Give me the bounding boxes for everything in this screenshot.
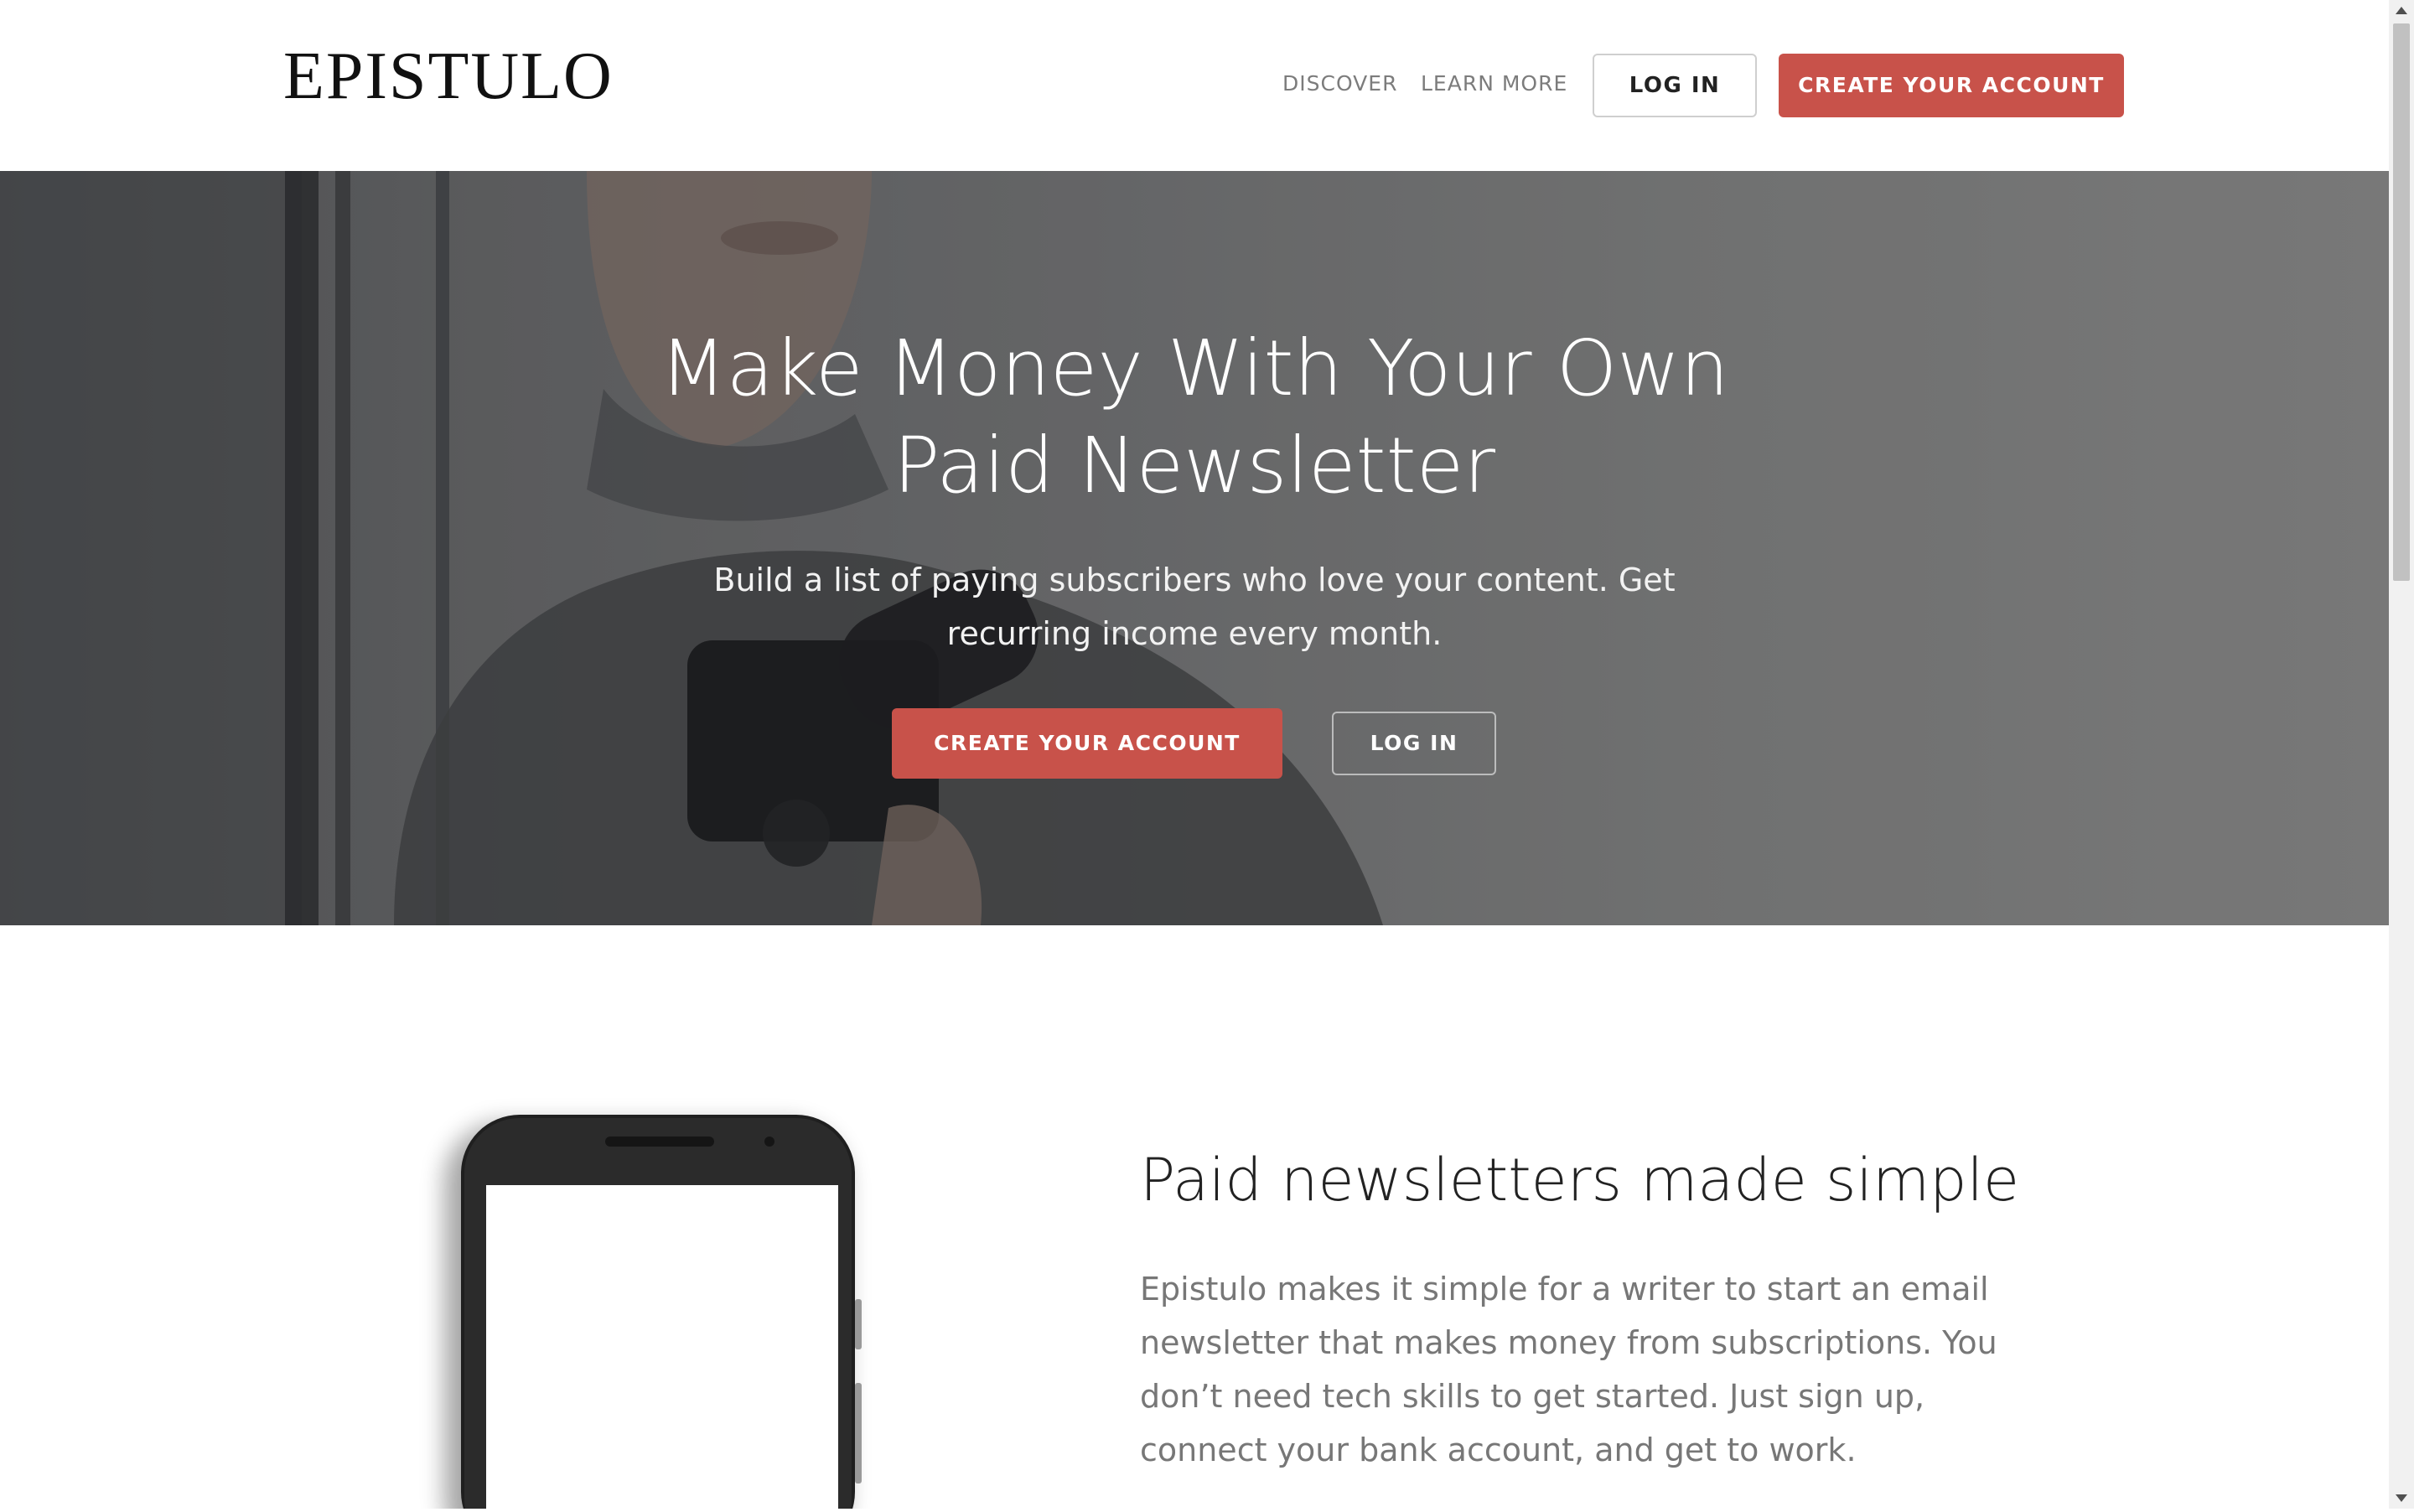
nav-learn-more-link[interactable]: LEARN MORE xyxy=(1421,67,1567,101)
site-header: EPISTULO DISCOVER LEARN MORE LOG IN CREA… xyxy=(0,0,2389,171)
hero-subtitle: Build a list of paying subscribers who l… xyxy=(713,562,1676,652)
page-scrollbar[interactable] xyxy=(2389,0,2414,1509)
hero-title: Make Money With Your Own Paid Newsletter xyxy=(0,320,2389,515)
hero-title-line-2: Paid Newsletter xyxy=(893,421,1496,510)
hero-title-line-1: Make Money With Your Own xyxy=(660,324,1729,413)
hero-background-photo xyxy=(0,171,2389,925)
scroll-up-arrow-icon[interactable] xyxy=(2396,7,2407,14)
header-create-account-button[interactable]: CREATE YOUR ACCOUNT xyxy=(1779,54,2124,117)
scrollbar-thumb[interactable] xyxy=(2393,23,2410,581)
phone-mockup-image xyxy=(444,1115,862,1512)
hero-create-account-button[interactable]: CREATE YOUR ACCOUNT xyxy=(892,708,1282,779)
scroll-down-arrow-icon[interactable] xyxy=(2396,1494,2407,1502)
feature-title: Paid newsletters made simple xyxy=(1140,1146,2020,1214)
hero-login-button[interactable]: LOG IN xyxy=(1332,712,1496,775)
header-login-button[interactable]: LOG IN xyxy=(1593,54,1757,117)
site-logo[interactable]: EPISTULO xyxy=(283,39,614,114)
phone-illustration xyxy=(411,1098,880,1512)
feature-description: Epistulo makes it simple for a writer to… xyxy=(1140,1271,1997,1468)
nav-discover-link[interactable]: DISCOVER xyxy=(1282,67,1397,101)
hero-section: Make Money With Your Own Paid Newsletter… xyxy=(0,171,2389,925)
